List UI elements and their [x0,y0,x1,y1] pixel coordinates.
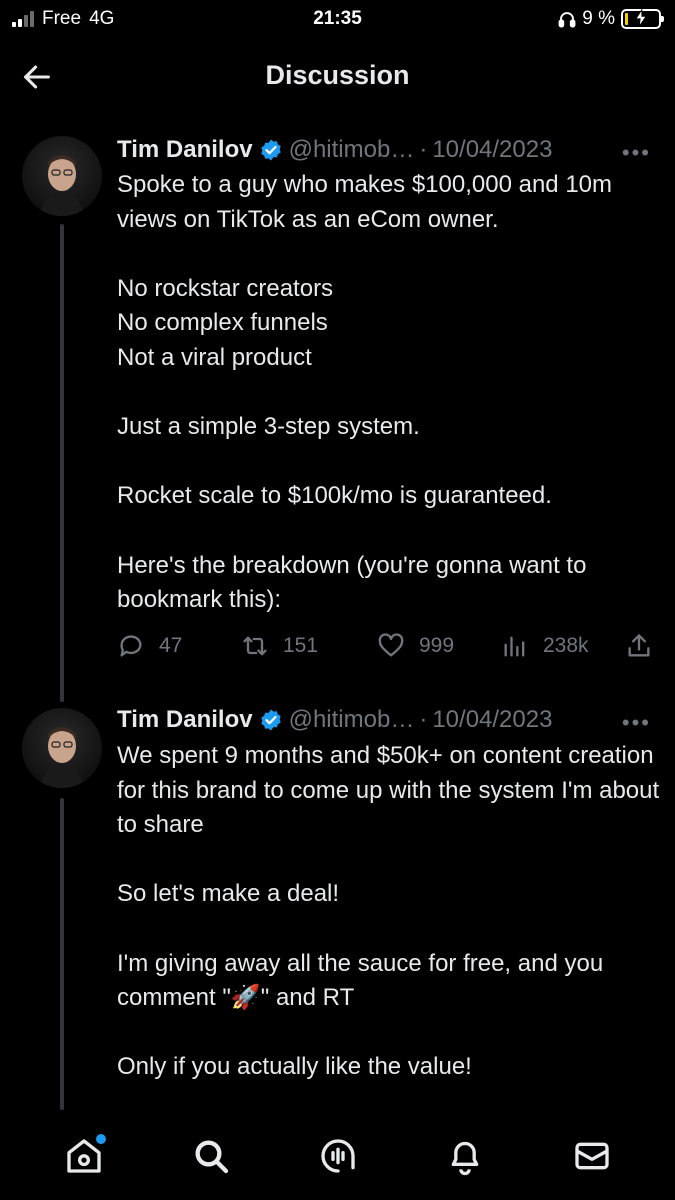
share-icon [628,634,650,657]
messages-icon [574,1142,609,1170]
verified-badge-icon [260,139,281,161]
header: Discussion [0,44,675,108]
verified-badge-icon [260,709,281,731]
tweet-date[interactable]: 10/04/2023 [432,706,552,734]
more-options-icon[interactable]: ••• [622,140,651,166]
nav-search[interactable] [181,1126,241,1186]
tweet-text: We spent 9 months and $50k+ on content c… [117,742,660,1081]
nav-home[interactable] [54,1126,114,1186]
status-bar: Free 4G 21:35 9 % [0,0,675,40]
retweet-button[interactable]: 151 [241,632,377,660]
battery-level [625,13,628,25]
reply-count: 47 [159,634,183,657]
tweet-header: Tim Danilov @hitimob… · 10/04/2023 [117,706,552,734]
author-name[interactable]: Tim Danilov [117,706,253,734]
thread-line [60,224,64,702]
author-handle[interactable]: @hitimob… [289,706,415,734]
meta-separator: · [419,136,428,163]
bottom-nav [0,1112,675,1200]
nav-messages[interactable] [562,1126,622,1186]
avatar-image [40,155,84,216]
nav-spaces[interactable] [308,1126,368,1186]
like-count: 999 [419,634,455,657]
retweet-count: 151 [283,634,319,657]
author-handle[interactable]: @hitimob… [289,136,415,164]
nav-notifications[interactable] [435,1126,495,1186]
share-button[interactable] [625,632,653,660]
page-title: Discussion [265,60,410,90]
views-button[interactable]: 238k [501,632,625,660]
tweet-text: Spoke to a guy who makes $100,000 and 10… [117,171,612,614]
headphones-icon [558,12,576,28]
search-icon [195,1140,228,1174]
spaces-icon [320,1139,355,1173]
reply-icon [120,635,142,657]
author-name[interactable]: Tim Danilov [117,136,253,164]
avatar[interactable] [22,136,102,216]
battery-icon [621,8,664,29]
views-count: 238k [543,634,589,657]
retweet-icon [243,636,267,656]
avatar-image [40,727,84,788]
thread-line [60,798,64,1110]
battery-percent: 9 % [582,8,615,29]
tweet-date[interactable]: 10/04/2023 [432,136,552,164]
like-button[interactable]: 999 [377,632,501,660]
charging-bolt-icon [635,8,647,27]
notification-dot [95,1134,106,1144]
more-options-icon[interactable]: ••• [622,710,651,736]
status-right: 9 % [558,8,664,30]
avatar[interactable] [22,708,102,788]
views-chart-icon [504,636,525,657]
notifications-icon [451,1141,478,1176]
tweet-actions: 47 151 999 238k [117,632,657,660]
reply-button[interactable]: 47 [117,632,241,660]
tweet-header: Tim Danilov @hitimob… · 10/04/2023 [117,136,552,164]
meta-separator: · [419,706,428,733]
heart-icon [378,633,404,657]
